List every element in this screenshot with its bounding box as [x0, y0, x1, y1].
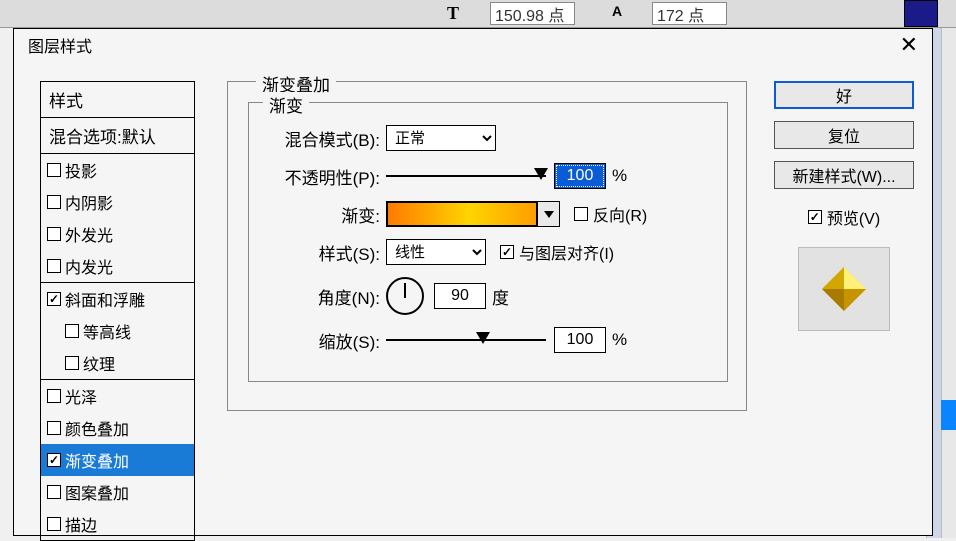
style-row: 样式(S): 线性 与图层对齐(I) — [261, 239, 715, 265]
style-item-10[interactable]: 图案叠加 — [41, 476, 194, 508]
style-item-1[interactable]: 内阴影 — [41, 186, 194, 218]
blend-mode-label: 混合模式(B): — [261, 126, 386, 151]
style-item-checkbox[interactable] — [47, 259, 61, 273]
style-item-6[interactable]: 纹理 — [41, 347, 194, 380]
style-item-checkbox[interactable] — [47, 292, 61, 306]
style-item-label: 纹理 — [83, 351, 115, 375]
style-item-label: 图案叠加 — [65, 480, 129, 504]
gradient-label: 渐变: — [261, 202, 386, 227]
scale-unit: % — [612, 330, 627, 350]
style-item-label: 渐变叠加 — [65, 448, 129, 472]
preview-thumbnail — [798, 247, 890, 331]
style-select[interactable]: 线性 — [386, 239, 486, 265]
angle-unit: 度 — [492, 284, 509, 309]
opacity-slider[interactable] — [386, 165, 546, 187]
style-item-checkbox[interactable] — [47, 227, 61, 241]
style-item-label: 外发光 — [65, 222, 113, 246]
gradient-group-title: 渐变 — [263, 92, 309, 117]
angle-row: 角度(N): 90 度 — [261, 277, 715, 315]
color-swatch[interactable] — [904, 0, 938, 27]
style-item-11[interactable]: 描边 — [41, 508, 194, 540]
scale-label: 缩放(S): — [261, 328, 386, 353]
align-label: 与图层对齐(I) — [519, 240, 614, 264]
styles-panel: 样式 混合选项:默认 投影内阴影外发光内发光斜面和浮雕等高线纹理光泽颜色叠加渐变… — [40, 81, 195, 541]
reverse-checkbox-wrap[interactable]: 反向(R) — [574, 202, 647, 226]
align-checkbox[interactable] — [500, 245, 514, 259]
preview-checkbox-wrap[interactable]: 预览(V) — [808, 205, 880, 229]
style-item-checkbox[interactable] — [47, 517, 61, 531]
gradient-preview[interactable] — [387, 202, 537, 226]
gradient-row: 渐变: 反向(R) — [261, 201, 715, 227]
style-item-7[interactable]: 光泽 — [41, 380, 194, 412]
preview-checkbox[interactable] — [808, 210, 822, 224]
opacity-row: 不透明性(P): 100 % — [261, 163, 715, 189]
preview-label: 预览(V) — [827, 205, 880, 229]
style-item-checkbox[interactable] — [65, 324, 79, 338]
styles-header[interactable]: 样式 — [41, 82, 194, 118]
style-item-label: 颜色叠加 — [65, 416, 129, 440]
style-item-label: 描边 — [65, 512, 97, 536]
style-item-9[interactable]: 渐变叠加 — [41, 444, 194, 476]
leading-field[interactable]: 172 点 — [652, 2, 727, 25]
opacity-value[interactable]: 100 — [554, 163, 606, 189]
blend-options-header[interactable]: 混合选项:默认 — [41, 118, 194, 154]
opacity-label: 不透明性(P): — [261, 164, 386, 189]
style-item-checkbox[interactable] — [47, 389, 61, 403]
style-item-label: 斜面和浮雕 — [65, 287, 145, 311]
style-item-checkbox[interactable] — [65, 356, 79, 370]
style-item-4[interactable]: 斜面和浮雕 — [41, 283, 194, 315]
opacity-unit: % — [612, 166, 627, 186]
angle-dial[interactable] — [386, 277, 424, 315]
leading-icon: A — [612, 3, 622, 19]
ok-button[interactable]: 好 — [774, 81, 914, 109]
style-item-0[interactable]: 投影 — [41, 154, 194, 186]
font-size-field[interactable]: 150.98 点 — [490, 2, 575, 25]
align-checkbox-wrap[interactable]: 与图层对齐(I) — [500, 240, 614, 264]
reset-button[interactable]: 复位 — [774, 121, 914, 149]
font-size-icon: T — [447, 3, 459, 24]
style-item-label: 光泽 — [65, 384, 97, 408]
scale-value[interactable]: 100 — [554, 327, 606, 353]
style-label: 样式(S): — [261, 240, 386, 265]
style-item-checkbox[interactable] — [47, 421, 61, 435]
scale-slider[interactable] — [386, 329, 546, 351]
layer-style-dialog: 图层样式 ✕ 样式 混合选项:默认 投影内阴影外发光内发光斜面和浮雕等高线纹理光… — [13, 28, 933, 536]
reverse-label: 反向(R) — [593, 202, 647, 226]
style-item-label: 内发光 — [65, 254, 113, 278]
style-item-label: 内阴影 — [65, 190, 113, 214]
style-item-5[interactable]: 等高线 — [41, 315, 194, 347]
scale-row: 缩放(S): 100 % — [261, 327, 715, 353]
style-item-3[interactable]: 内发光 — [41, 250, 194, 283]
dialog-buttons-column: 好 复位 新建样式(W)... 预览(V) — [774, 81, 914, 331]
blend-mode-select[interactable]: 正常 — [386, 125, 496, 151]
preview-icon — [816, 261, 872, 317]
style-item-label: 等高线 — [83, 319, 131, 343]
scroll-indicator — [941, 400, 956, 430]
effect-group: 渐变叠加 渐变 混合模式(B): 正常 不透明性(P): — [227, 81, 747, 411]
reverse-checkbox[interactable] — [574, 207, 588, 221]
new-style-button[interactable]: 新建样式(W)... — [774, 161, 914, 189]
close-icon[interactable]: ✕ — [900, 32, 918, 58]
app-toolbar-bg — [0, 0, 956, 28]
angle-label: 角度(N): — [261, 284, 386, 309]
style-item-8[interactable]: 颜色叠加 — [41, 412, 194, 444]
dialog-titlebar: 图层样式 ✕ — [14, 29, 932, 61]
right-edge-strip — [941, 28, 956, 538]
style-item-checkbox[interactable] — [47, 195, 61, 209]
gradient-group: 渐变 混合模式(B): 正常 不透明性(P): 10 — [248, 102, 728, 382]
style-item-checkbox[interactable] — [47, 163, 61, 177]
dialog-title: 图层样式 — [28, 33, 92, 57]
style-item-label: 投影 — [65, 158, 97, 182]
style-item-checkbox[interactable] — [47, 453, 61, 467]
gradient-picker[interactable] — [386, 201, 560, 227]
blend-mode-row: 混合模式(B): 正常 — [261, 125, 715, 151]
angle-value[interactable]: 90 — [434, 283, 486, 309]
style-item-2[interactable]: 外发光 — [41, 218, 194, 250]
style-item-checkbox[interactable] — [47, 485, 61, 499]
gradient-dropdown-icon[interactable] — [537, 202, 559, 226]
